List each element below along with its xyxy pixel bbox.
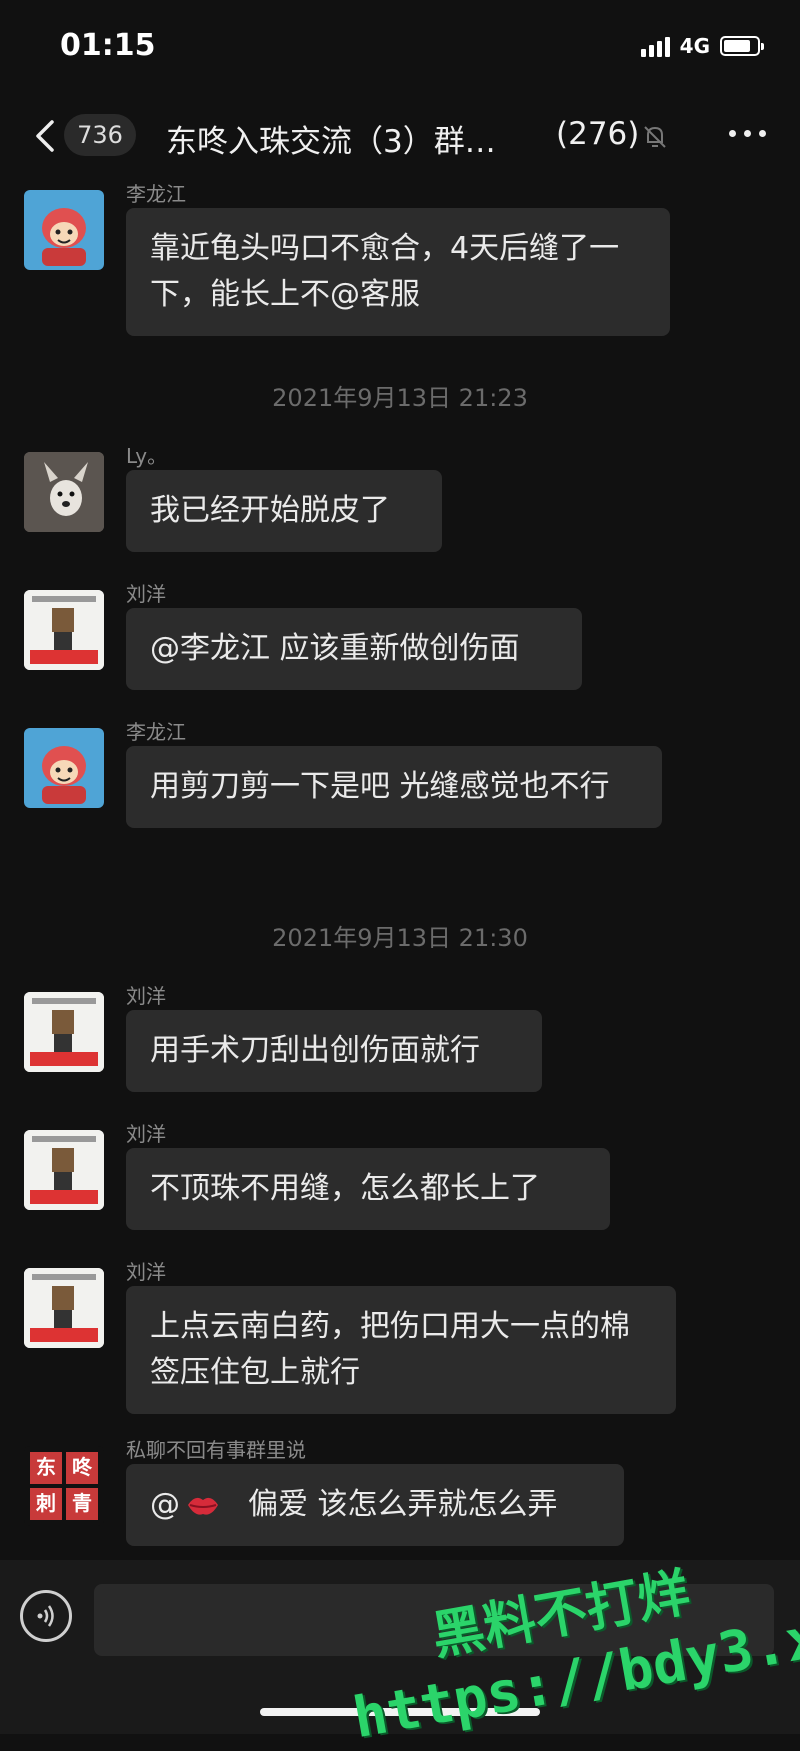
message-text: 偏爱 该怎么弄就怎么弄 [248, 1487, 558, 1522]
poster-avatar-icon [24, 1268, 104, 1348]
avatar-char: 刺 [30, 1488, 62, 1520]
signal-icon [640, 35, 670, 57]
sender-name: 刘洋 [126, 582, 166, 606]
avatar[interactable] [24, 590, 104, 670]
more-options-icon[interactable] [729, 130, 766, 137]
message-bubble[interactable]: 不顶珠不用缝，怎么都长上了 [126, 1148, 610, 1230]
timestamp: 2021年9月13日 21:30 [272, 924, 528, 952]
mention-at: @ [150, 1487, 180, 1522]
group-title[interactable]: 东咚入珠交流（3）群… [166, 116, 496, 161]
lips-icon [188, 1497, 218, 1515]
back-icon[interactable] [28, 116, 68, 156]
battery-fill [724, 40, 750, 52]
sender-name: 刘洋 [126, 1260, 166, 1284]
avatar[interactable] [24, 452, 104, 532]
sender-name: 李龙江 [126, 720, 186, 744]
sender-name: 李龙江 [126, 182, 186, 206]
mute-bell-icon [644, 126, 666, 148]
message-bubble[interactable]: @ 偏爱 该怎么弄就怎么弄 [126, 1464, 624, 1546]
sender-name: 刘洋 [126, 984, 166, 1008]
dog-photo-avatar-icon [24, 452, 104, 532]
member-count: (276) [556, 116, 640, 152]
avatar[interactable] [24, 728, 104, 808]
avatar[interactable] [24, 190, 104, 270]
cartoon-avatar-icon [42, 208, 86, 266]
avatar[interactable] [24, 992, 104, 1072]
cartoon-avatar-icon [42, 746, 86, 804]
battery-icon [720, 36, 764, 56]
avatar-char: 咚 [66, 1452, 98, 1484]
message-bubble[interactable]: 靠近龟头吗口不愈合，4天后缝了一下，能长上不@客服 [126, 208, 670, 336]
avatar-char: 青 [66, 1488, 98, 1520]
message-bubble[interactable]: @李龙江 应该重新做创伤面 [126, 608, 582, 690]
avatar-char: 东 [30, 1452, 62, 1484]
avatar[interactable]: 东 咚 刺 青 [24, 1446, 104, 1526]
sender-name: Ly。 [126, 444, 168, 468]
avatar[interactable] [24, 1130, 104, 1210]
message-bubble[interactable]: 用剪刀剪一下是吧 光缝感觉也不行 [126, 746, 662, 828]
poster-avatar-icon [24, 590, 104, 670]
status-time: 01:15 [60, 28, 156, 63]
sender-name: 私聊不回有事群里说 [126, 1438, 306, 1462]
network-label: 4G [679, 34, 710, 58]
poster-avatar-icon [24, 992, 104, 1072]
back-unread-badge[interactable]: 736 [64, 114, 136, 156]
status-icons: 4G [640, 34, 764, 58]
message-bubble[interactable]: 用手术刀刮出创伤面就行 [126, 1010, 542, 1092]
voice-wave-icon [37, 1605, 54, 1627]
chat-header: 736 东咚入珠交流（3）群… (276) [0, 100, 800, 174]
avatar[interactable] [24, 1268, 104, 1348]
voice-input-button[interactable] [20, 1590, 72, 1642]
timestamp: 2021年9月13日 21:23 [272, 384, 528, 412]
sender-name: 刘洋 [126, 1122, 166, 1146]
status-bar: 01:15 4G [0, 0, 800, 100]
poster-avatar-icon [24, 1130, 104, 1210]
message-bubble[interactable]: 上点云南白药，把伤口用大一点的棉签压住包上就行 [126, 1286, 676, 1414]
message-bubble[interactable]: 我已经开始脱皮了 [126, 470, 442, 552]
